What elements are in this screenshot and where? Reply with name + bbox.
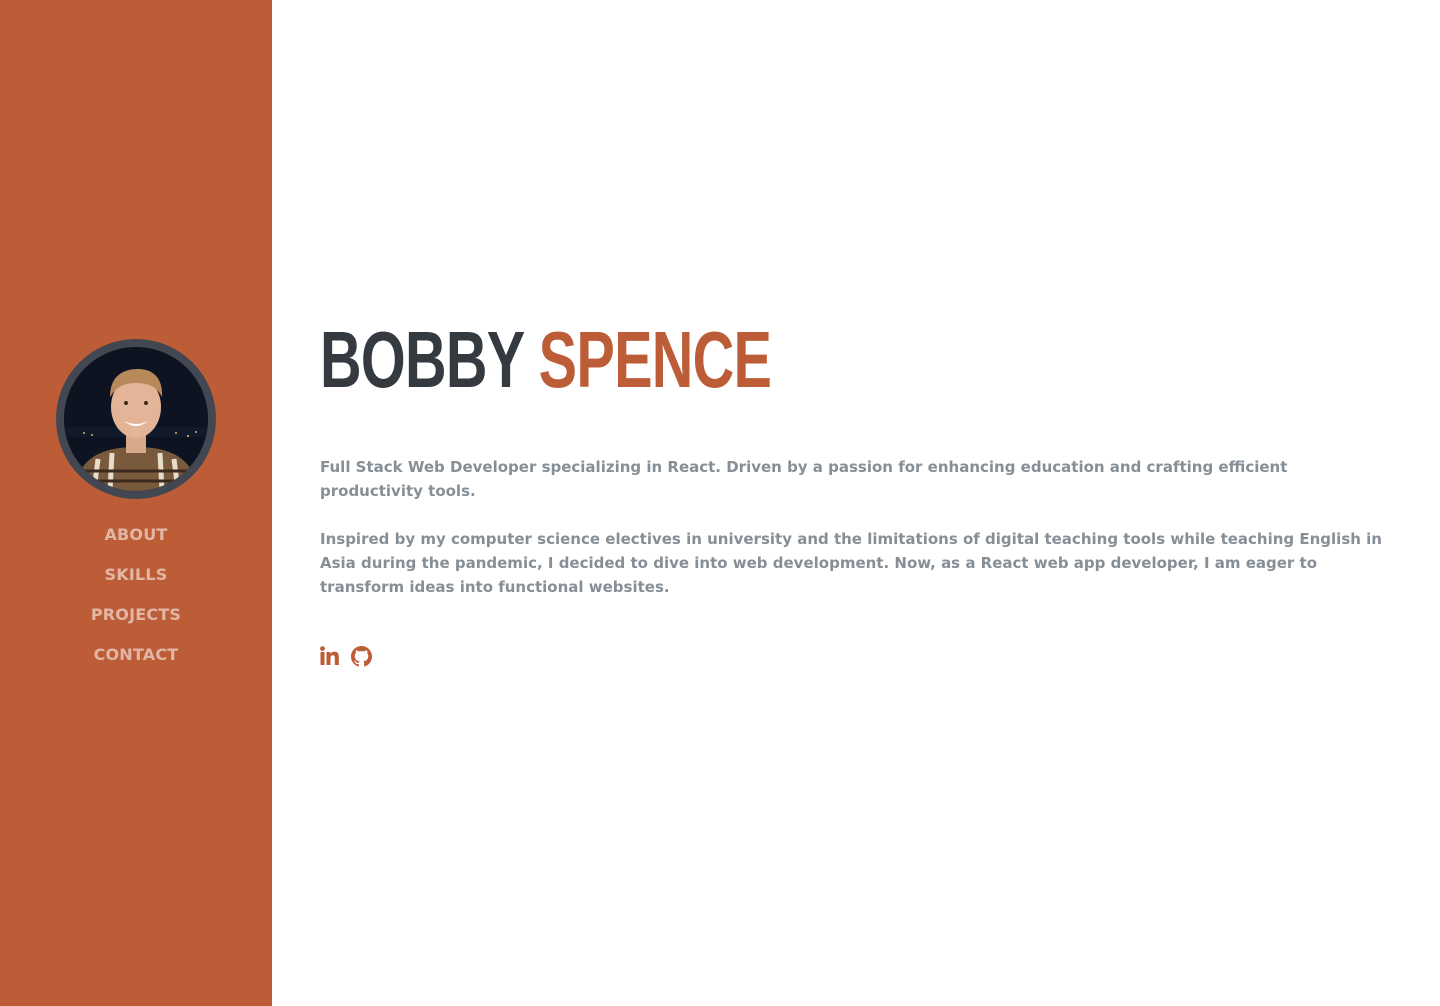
nav-item-contact[interactable]: CONTACT	[0, 642, 272, 682]
page-title: BOBBY SPENCE	[320, 312, 772, 408]
bio-text: Inspired by my computer science elective…	[320, 530, 1382, 596]
nav-item-skills[interactable]: SKILLS	[0, 562, 272, 602]
nav-item-about[interactable]: ABOUT	[0, 522, 272, 562]
profile-avatar	[56, 339, 216, 499]
linkedin-icon	[320, 646, 339, 665]
linkedin-link[interactable]	[320, 646, 341, 668]
first-name: BOBBY	[320, 315, 524, 404]
sidebar-nav: ABOUT SKILLS PROJECTS CONTACT	[0, 522, 272, 682]
github-icon	[351, 646, 372, 667]
last-name: SPENCE	[538, 315, 772, 404]
lead-text: Full Stack Web Developer specializing in…	[320, 458, 1288, 500]
profile-photo	[64, 347, 208, 491]
github-link[interactable]	[351, 646, 372, 668]
nav-item-projects[interactable]: PROJECTS	[0, 602, 272, 642]
sidebar: ABOUT SKILLS PROJECTS CONTACT	[0, 0, 272, 1006]
about-section: BOBBY SPENCE Full Stack Web Developer sp…	[272, 0, 1440, 1006]
social-links	[320, 646, 372, 668]
